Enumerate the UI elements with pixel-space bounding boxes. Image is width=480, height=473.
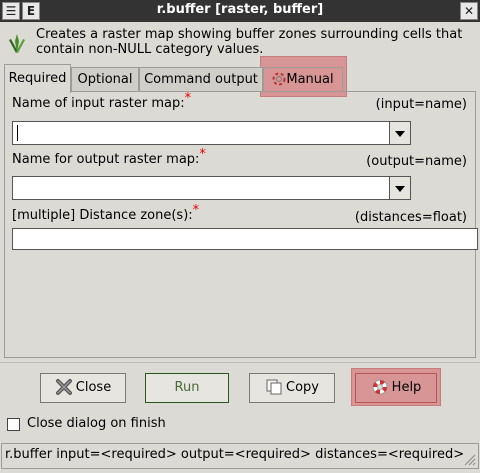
output-param-label: (output=name) (366, 154, 467, 169)
close-on-finish-label: Close dialog on finish (27, 416, 166, 431)
output-map-dropdown-button[interactable] (389, 176, 411, 200)
copy-button[interactable]: Copy (249, 373, 335, 403)
distance-zones-field[interactable] (12, 228, 478, 250)
close-button-label: Close (75, 380, 112, 395)
close-window-icon[interactable]: ✕ (460, 2, 478, 20)
input-param-label: (input=name) (375, 97, 467, 112)
run-button[interactable]: Run (145, 373, 229, 403)
required-mark: * (192, 203, 200, 218)
lifebuoy-icon (372, 379, 388, 394)
close-button[interactable]: Close (40, 373, 126, 403)
tab-manual-label: Manual (286, 72, 334, 87)
resize-grip-icon[interactable] (462, 452, 476, 466)
status-bar: r.buffer input=<required> output=<requir… (1, 443, 479, 469)
help-button-label: Help (391, 380, 422, 395)
copy-button-label: Copy (286, 380, 319, 395)
output-map-label: Name for output raster map:* (12, 147, 206, 167)
required-mark: * (184, 91, 192, 106)
command-preview: r.buffer input=<required> output=<requir… (5, 447, 465, 462)
run-button-label: Run (174, 380, 200, 395)
separator (0, 362, 480, 363)
required-mark: * (199, 147, 206, 162)
help-lifebuoy-icon (272, 72, 286, 85)
tab-manual[interactable]: Manual (263, 67, 343, 92)
tab-required[interactable]: Required (4, 64, 71, 93)
close-on-finish-checkbox[interactable] (7, 418, 20, 431)
title-bar: ☰ E r.buffer [raster, buffer] ✕ (0, 0, 480, 22)
chevron-down-icon (395, 186, 405, 192)
close-icon (55, 378, 72, 395)
input-map-field[interactable] (12, 121, 390, 145)
help-button[interactable]: Help (355, 373, 437, 403)
tab-command-output[interactable]: Command output (139, 67, 263, 92)
distance-zones-label: [multiple] Distance zone(s):* (12, 203, 199, 223)
tab-bar: Required Optional Command output Manual (4, 64, 476, 93)
output-map-label-text: Name for output raster map: (12, 152, 200, 167)
required-panel: Name of input raster map:* (input=name) … (4, 91, 478, 358)
output-map-field[interactable] (12, 176, 390, 200)
tab-optional[interactable]: Optional (71, 67, 139, 92)
copy-icon (266, 379, 282, 394)
distances-param-label: (distances=float) (354, 210, 467, 225)
text-caret (17, 125, 18, 141)
distance-zones-label-text: [multiple] Distance zone(s): (12, 208, 193, 223)
input-map-dropdown-button[interactable] (389, 121, 411, 145)
chevron-down-icon (395, 131, 405, 137)
window-title: r.buffer [raster, buffer] (156, 2, 324, 17)
module-description: Creates a raster map showing buffer zone… (36, 27, 463, 57)
input-map-label: Name of input raster map:* (12, 91, 191, 111)
input-map-label-text: Name of input raster map: (12, 96, 185, 111)
grass-icon (9, 34, 25, 53)
